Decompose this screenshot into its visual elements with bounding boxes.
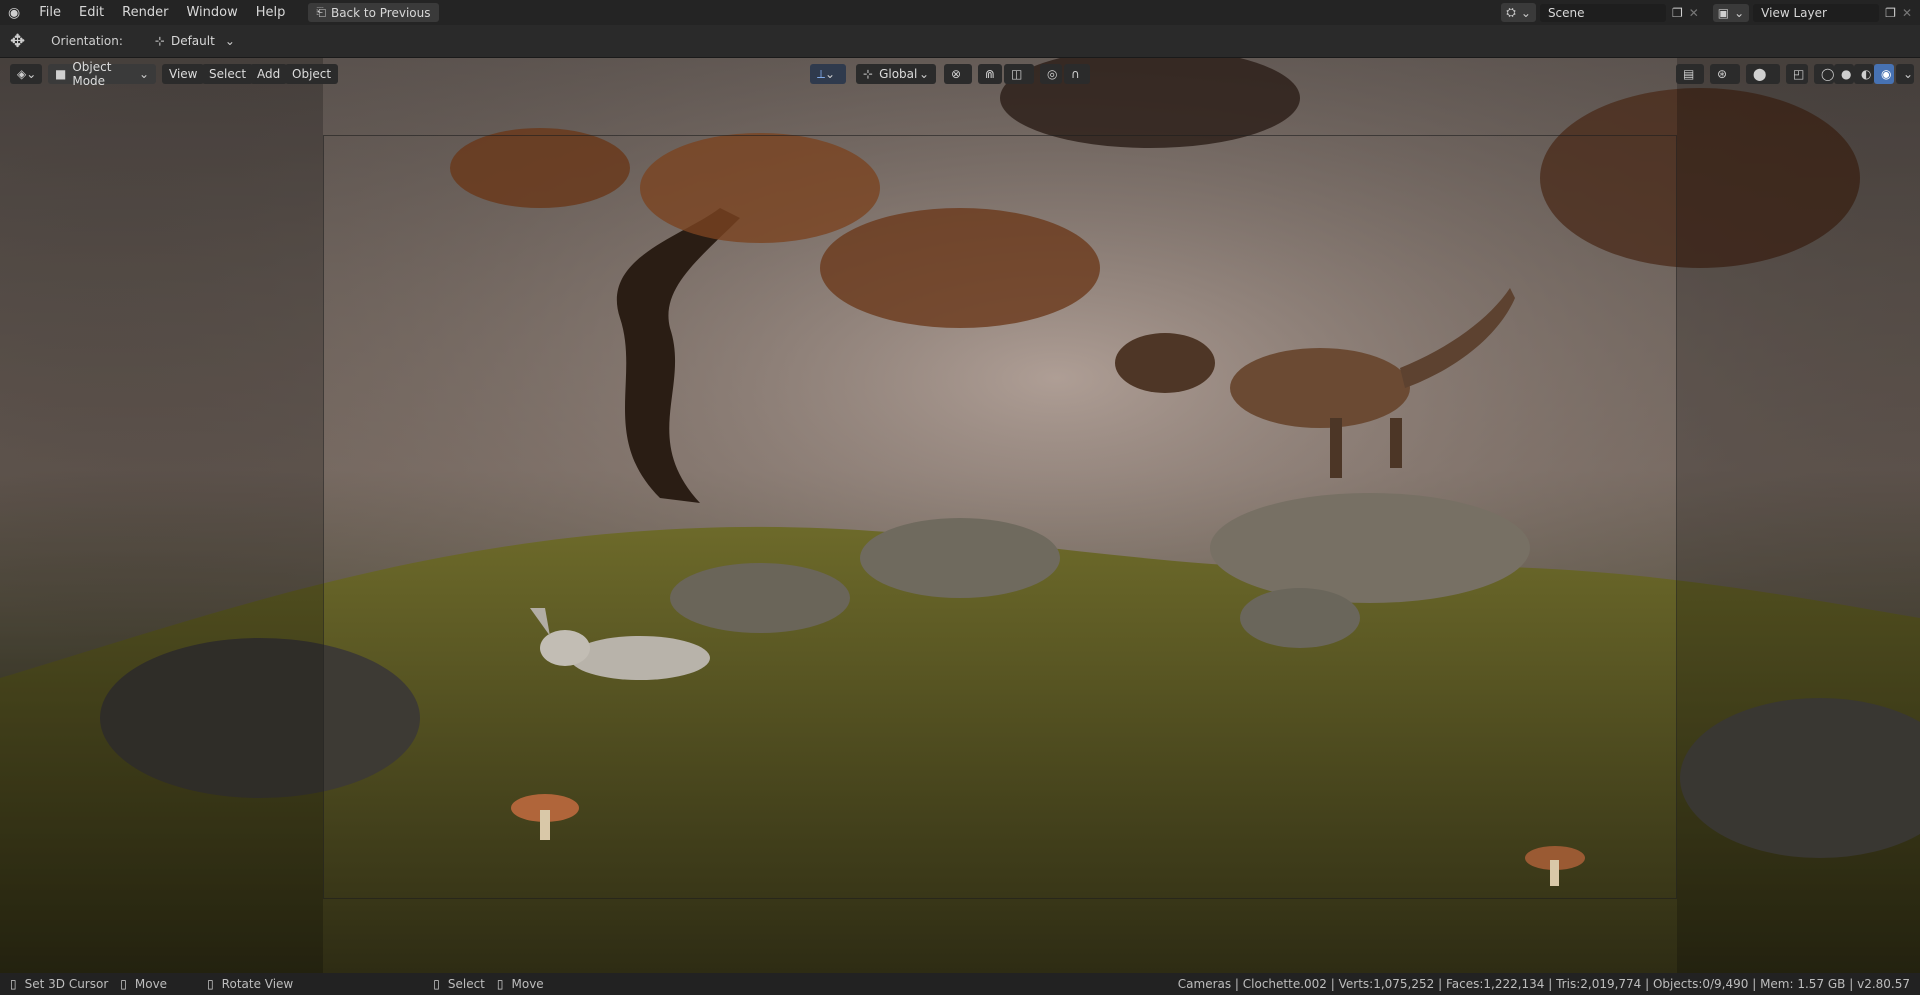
hint-select: Select [447, 977, 485, 991]
hint-move: Move [134, 977, 168, 991]
view-layer-icon: ▣ [1717, 5, 1730, 20]
object-mode-label: Object Mode [72, 60, 112, 88]
pivot-point-button[interactable]: ⊗ [944, 64, 972, 84]
mouse-right-icon: ▯ [496, 977, 504, 991]
menu-add[interactable]: Add [250, 64, 288, 84]
xray-toggle[interactable]: ◰ [1786, 64, 1808, 84]
move-tool-icon[interactable]: ✥ [10, 31, 25, 52]
chevron-down-icon: ⌄ [138, 67, 149, 81]
blender-logo-icon[interactable]: ◉ [8, 5, 20, 21]
view-object-types-button[interactable]: ▤ [1676, 64, 1704, 84]
view-layer-name-value: View Layer [1761, 5, 1827, 20]
hint-rotate-view: Rotate View [221, 977, 294, 991]
menu-select-label: Select [209, 67, 247, 81]
transform-orientation-dropdown[interactable]: ⊹ Global ⌄ [856, 64, 936, 84]
object-types-icon: ▤ [1683, 67, 1695, 81]
chevron-down-icon: ⌄ [224, 34, 235, 48]
tool-settings-bar: ✥ Orientation: ⊹ Default ⌄ [0, 25, 1920, 58]
mouse-left-icon: ▯ [433, 977, 440, 991]
object-mode-dropdown[interactable]: ■ Object Mode ⌄ [48, 60, 156, 88]
mouse-right-icon: ▯ [120, 977, 127, 991]
scene-statistics: Cameras | Clochette.002 | Verts:1,075,25… [1177, 977, 1910, 991]
new-view-layer-icon[interactable]: ❐ [1885, 6, 1896, 20]
chevron-down-icon: ⌄ [1520, 5, 1531, 20]
menu-select[interactable]: Select [202, 64, 254, 84]
shading-wireframe-button[interactable]: ◯ [1814, 64, 1834, 84]
orientation-global-icon: ⊹ [863, 67, 874, 81]
hint-move-2: Move [511, 977, 544, 991]
back-to-previous-label: Back to Previous [330, 5, 431, 20]
snap-toggle[interactable]: ⋒ [978, 64, 1002, 84]
pivot-icon: ⟂ [817, 66, 826, 81]
view-layer-selector-button[interactable]: ▣ ⌄ [1712, 3, 1750, 22]
menu-object[interactable]: Object [285, 64, 339, 84]
view-layer-name-field[interactable]: View Layer [1753, 3, 1880, 22]
status-bar: ▯ Set 3D Cursor ▯ Move ▯ Rotate View ▯ S… [0, 973, 1920, 995]
orientation-value: Default [170, 34, 215, 48]
falloff-button[interactable]: ∩ [1064, 64, 1090, 84]
overlays-toggle[interactable]: ⬤ [1746, 64, 1780, 84]
transform-pivot-button[interactable]: ⟂ ⌄ [810, 64, 846, 84]
orientation-icon: ⊹ [154, 34, 165, 48]
orientation-label: Orientation: [51, 34, 123, 48]
mouse-left-icon: ▯ [10, 977, 17, 991]
back-to-previous-button[interactable]: ⎗ Back to Previous [308, 3, 439, 22]
delete-scene-icon[interactable]: ✕ [1689, 6, 1699, 20]
chevron-down-icon: ⌄ [918, 67, 929, 81]
chevron-down-icon: ⌄ [26, 67, 37, 81]
link-icon: ⊗ [951, 67, 962, 81]
menu-help[interactable]: Help [247, 0, 295, 25]
scene-selector-button[interactable]: ⛭ ⌄ [1501, 3, 1536, 22]
overlays-icon: ⬤ [1753, 67, 1767, 81]
gizmo-toggle[interactable]: ⊛ [1710, 64, 1740, 84]
object-mode-icon: ■ [55, 67, 67, 81]
shading-rendered-button[interactable]: ◉ [1874, 64, 1894, 84]
menu-window[interactable]: Window [177, 0, 246, 25]
falloff-curve-icon: ∩ [1071, 67, 1080, 81]
wireframe-sphere-icon: ◯ [1821, 67, 1835, 81]
proportional-edit-icon: ◎ [1047, 67, 1058, 81]
scene-name-value: Scene [1547, 5, 1585, 20]
rendered-sphere-icon: ◉ [1881, 67, 1892, 81]
snap-target-button[interactable]: ◫ [1004, 64, 1034, 84]
xray-icon: ◰ [1793, 67, 1805, 81]
snap-increment-icon: ◫ [1011, 67, 1023, 81]
shading-options-button[interactable]: ⌄ [1896, 64, 1914, 84]
solid-sphere-icon: ● [1841, 67, 1852, 81]
editor-type-button[interactable]: ◈ ⌄ [10, 64, 42, 84]
3d-viewport[interactable]: ◈ ⌄ ■ Object Mode ⌄ View Select Add Obje… [0, 58, 1920, 973]
scene-icon: ⛭ [1506, 5, 1516, 19]
3d-viewport-icon: ◈ [17, 67, 27, 81]
camera-frame [323, 135, 1677, 899]
proportional-editing-toggle[interactable]: ◎ [1040, 64, 1062, 84]
chevron-down-icon: ⌄ [1734, 5, 1745, 20]
gizmo-icon: ⊛ [1717, 67, 1728, 81]
top-bar: ◉ File Edit Render Window Help ⎗ Back to… [0, 0, 1920, 25]
orientation-dropdown[interactable]: ⊹ Default ⌄ [146, 32, 243, 50]
transform-orientation-value: Global [879, 67, 918, 81]
new-scene-icon[interactable]: ❐ [1672, 6, 1683, 20]
hint-set-3d-cursor: Set 3D Cursor [24, 977, 109, 991]
mouse-middle-icon: ▯ [207, 977, 214, 991]
menu-edit[interactable]: Edit [70, 0, 113, 25]
menu-render[interactable]: Render [113, 0, 177, 25]
menu-object-label: Object [292, 67, 332, 81]
menu-view[interactable]: View [162, 64, 205, 84]
camera-passepartout-left [0, 58, 323, 973]
menu-view-label: View [169, 67, 198, 81]
camera-passepartout-right [1677, 58, 1920, 973]
magnet-icon: ⋒ [985, 67, 996, 81]
menu-file[interactable]: File [30, 0, 70, 25]
scene-name-field[interactable]: Scene [1539, 3, 1666, 22]
shading-material-button[interactable]: ◐ [1854, 64, 1874, 84]
chevron-down-icon: ⌄ [1903, 67, 1914, 81]
shading-solid-button[interactable]: ● [1834, 64, 1854, 84]
chevron-down-icon: ⌄ [825, 67, 836, 81]
menu-add-label: Add [257, 67, 281, 81]
delete-view-layer-icon[interactable]: ✕ [1902, 6, 1912, 20]
material-sphere-icon: ◐ [1861, 67, 1872, 81]
back-icon: ⎗ [316, 5, 326, 19]
